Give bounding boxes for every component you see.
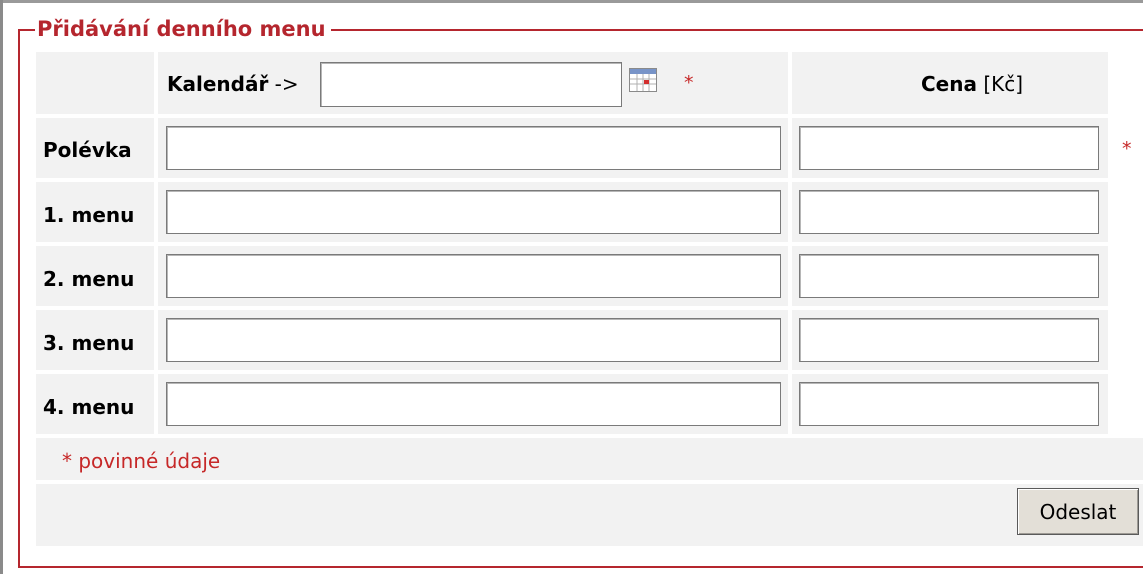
- price-input-polevka[interactable]: [799, 126, 1099, 170]
- calendar-label-arrow: ->: [268, 72, 299, 96]
- header-empty-cell: [36, 52, 154, 114]
- row-label-polevka: Polévka: [43, 138, 132, 162]
- dish-input-menu-2[interactable]: [166, 254, 781, 298]
- row-label-menu-4: 4. menu: [43, 395, 135, 419]
- price-input-menu-2[interactable]: [799, 254, 1099, 298]
- price-input-menu-1[interactable]: [799, 190, 1099, 234]
- polevka-required-mark: *: [1122, 138, 1132, 160]
- window-top-edge: [0, 0, 1143, 3]
- calendar-date-input[interactable]: [320, 62, 622, 107]
- submit-button[interactable]: Odeslat: [1017, 488, 1139, 535]
- row-label-menu-1: 1. menu: [43, 203, 135, 227]
- required-fields-note: * povinné údaje: [62, 449, 221, 473]
- price-input-menu-3[interactable]: [799, 318, 1099, 362]
- calendar-icon[interactable]: [629, 68, 657, 92]
- window-left-edge: [0, 0, 3, 574]
- row-label-menu-2: 2. menu: [43, 267, 135, 291]
- calendar-label-text: Kalendář: [167, 72, 269, 96]
- submit-cell: [36, 484, 1143, 546]
- calendar-required-mark: *: [684, 72, 694, 94]
- price-header-unit: [Kč]: [976, 72, 1024, 96]
- price-header-label: Cena: [921, 72, 977, 96]
- price-input-menu-4[interactable]: [799, 382, 1099, 426]
- price-header: Cena [Kč]: [921, 72, 1023, 96]
- dish-input-polevka[interactable]: [166, 126, 781, 170]
- dish-input-menu-1[interactable]: [166, 190, 781, 234]
- dish-input-menu-3[interactable]: [166, 318, 781, 362]
- calendar-label: Kalendář ->: [167, 72, 299, 96]
- form-legend: Přidávání denního menu: [35, 16, 331, 42]
- dish-input-menu-4[interactable]: [166, 382, 781, 426]
- row-label-menu-3: 3. menu: [43, 331, 135, 355]
